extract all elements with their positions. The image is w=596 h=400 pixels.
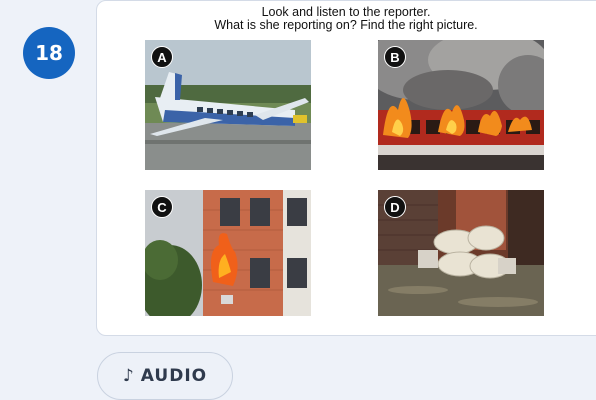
picture-d-flood-sandbags[interactable]: D — [378, 190, 544, 316]
picture-a-letter: A — [151, 46, 173, 68]
picture-c-building-fire[interactable]: C — [145, 190, 311, 316]
question-instructions: Look and listen to the reporter. What is… — [96, 6, 596, 32]
picture-d-letter: D — [384, 196, 406, 218]
picture-a-plane-crash[interactable]: A — [145, 40, 311, 170]
instruction-line-2: What is she reporting on? Find the right… — [214, 18, 478, 32]
audio-button[interactable]: ♪ AUDIO — [97, 352, 233, 400]
picture-c-letter: C — [151, 196, 173, 218]
audio-button-label: AUDIO — [140, 366, 208, 386]
music-note-icon: ♪ — [122, 366, 135, 386]
picture-b-burning-train[interactable]: B — [378, 40, 544, 170]
picture-b-letter: B — [384, 46, 406, 68]
question-number-badge: 18 — [23, 27, 75, 79]
